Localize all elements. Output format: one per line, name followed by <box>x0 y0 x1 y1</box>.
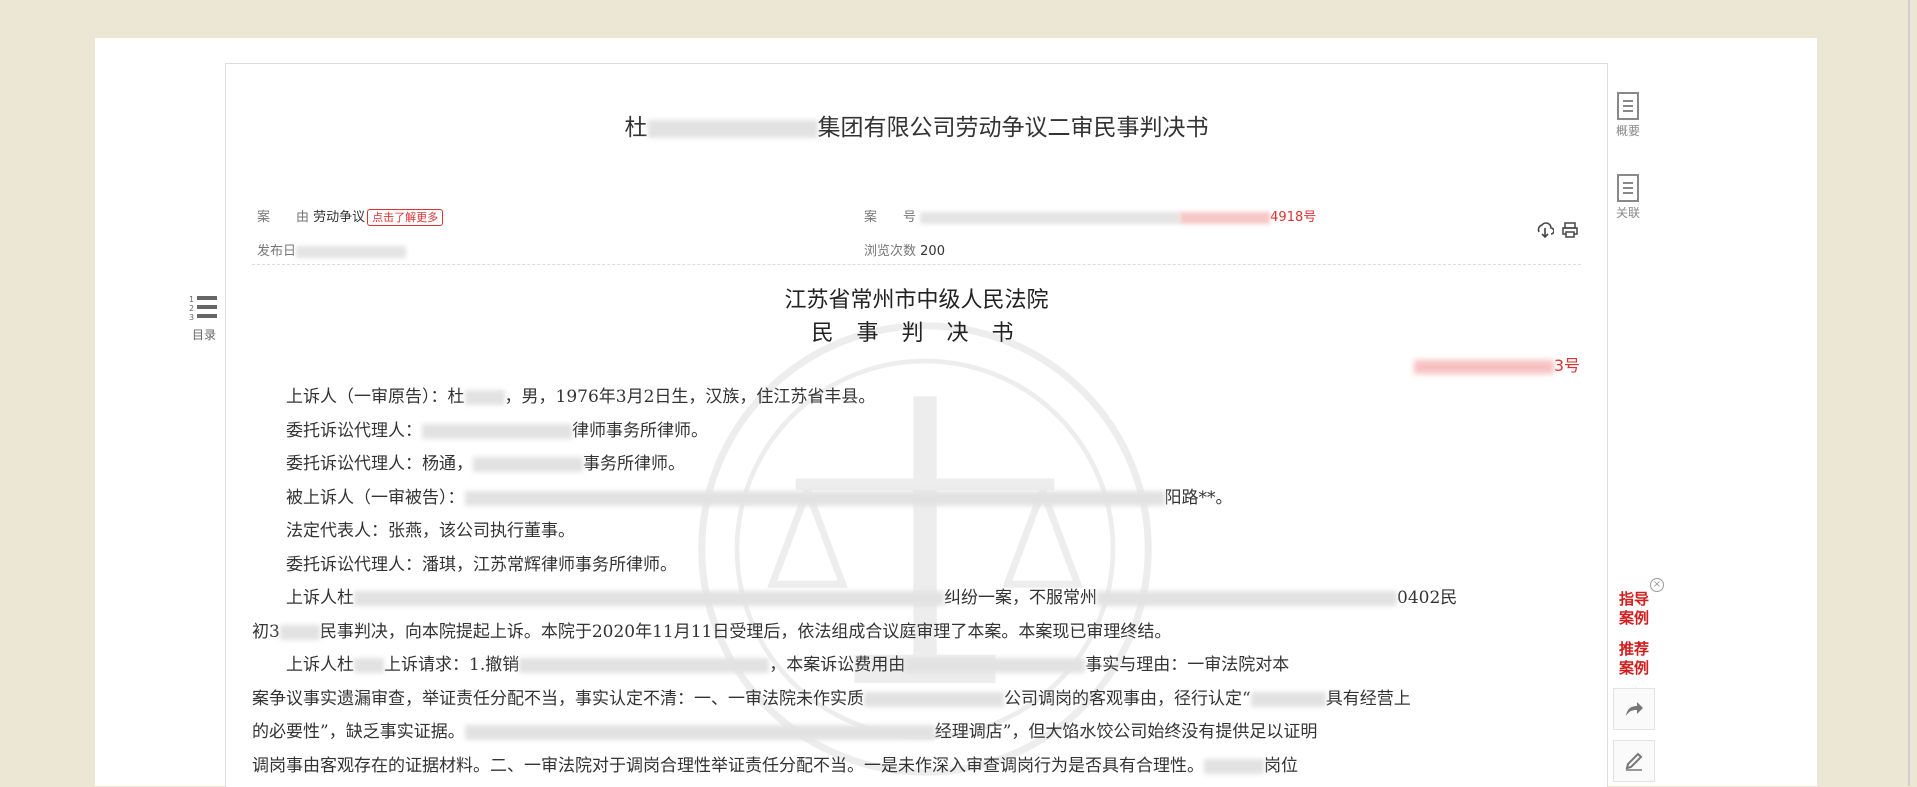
related-label: 关联 <box>1615 206 1640 220</box>
recommend-case-link[interactable]: 推荐 案例 <box>1614 640 1654 678</box>
paragraph-appeal-line-2: 案争议事实遗漏审查，举证责任分配不当，事实认定不清：一、一审法院未作实质 公司调岗… <box>252 688 1411 709</box>
paragraph-appeal-line-3: 的必要性”，缺乏事实证据。 经理调店”，但大馅水饺公司始终没有提供足以证明 <box>252 722 1318 742</box>
edit-button[interactable] <box>1613 740 1655 782</box>
document-icon <box>1617 174 1639 202</box>
party-agent-3: 委托诉讼代理人：潘琪，江苏常辉律师事务所律师。 <box>286 554 677 575</box>
learn-more-link[interactable]: 点击了解更多 <box>367 209 444 226</box>
meta-divider <box>252 264 1581 265</box>
case-number: 案 号 4918号 <box>864 210 1317 225</box>
guide-case-link[interactable]: 指导 案例 <box>1614 590 1654 628</box>
document-title: 杜集团有限公司劳动争议二审民事判决书 <box>624 115 1209 141</box>
party-legal-rep: 法定代表人：张燕，该公司执行董事。 <box>286 521 575 541</box>
svg-text:2: 2 <box>189 304 194 313</box>
party-agent-2: 委托诉讼代理人：杨通， 事务所律师。 <box>286 454 685 474</box>
share-button[interactable] <box>1613 688 1655 730</box>
download-icon[interactable] <box>1536 221 1554 239</box>
judgment-body: 上诉人（一审原告）：杜 ，男，1976年3月2日生，汉族，住江苏省丰县。 委托诉讼… <box>252 381 1582 783</box>
case-reference: 3号 <box>1413 352 1580 376</box>
party-appellant: 上诉人（一审原告）：杜 ，男，1976年3月2日生，汉族，住江苏省丰县。 <box>286 387 876 407</box>
paragraph-case-intro-cont: 初3 民事判决，向本院提起上诉。本院于2020年11月11日受理后，依法组成合议庭… <box>252 621 1172 642</box>
toc-button[interactable]: 1 2 3 目录 <box>186 293 222 343</box>
party-appellee: 被上诉人（一审被告）： 阳路**。 <box>286 487 1233 508</box>
toc-label: 目录 <box>191 328 216 342</box>
paragraph-case-intro: 上诉人杜 纠纷一案，不服常州 0402民 <box>286 588 1458 608</box>
scrollbar[interactable] <box>1908 0 1910 786</box>
court-name: 江苏省常州市中级人民法院 <box>784 288 1049 313</box>
document-kind: 民 事 判 决 书 <box>811 321 1022 346</box>
document-panel: 杜集团有限公司劳动争议二审民事判决书 案 由 劳动争议 点击了解更多 发布日 案 … <box>225 63 1608 787</box>
related-button[interactable]: 关联 <box>1608 174 1648 221</box>
pencil-icon <box>1625 752 1643 771</box>
case-cause: 案 由 劳动争议 点击了解更多 <box>257 206 444 226</box>
print-icon[interactable] <box>1561 221 1579 239</box>
party-agent-1: 委托诉讼代理人： 律师事务所律师。 <box>286 420 708 441</box>
svg-text:1: 1 <box>189 295 194 304</box>
document-icon <box>1617 92 1639 120</box>
publish-date: 发布日 <box>257 240 407 259</box>
summary-label: 概要 <box>1615 124 1640 138</box>
svg-text:3: 3 <box>189 313 194 322</box>
summary-button[interactable]: 概要 <box>1608 92 1648 139</box>
paragraph-appeal-line-4: 调岗事由客观存在的证据材料。二、一审法院对于调岗合理性举证责任分配不当。一是未作… <box>252 755 1298 776</box>
list-icon: 1 2 3 <box>189 295 217 322</box>
share-icon <box>1626 702 1643 716</box>
paragraph-appeal-request: 上诉人杜 上诉请求：1.撤销 ，本案诉讼费用由 事实与理由：一审法院对本 <box>286 655 1290 675</box>
view-count: 浏览次数 200 <box>864 244 945 259</box>
